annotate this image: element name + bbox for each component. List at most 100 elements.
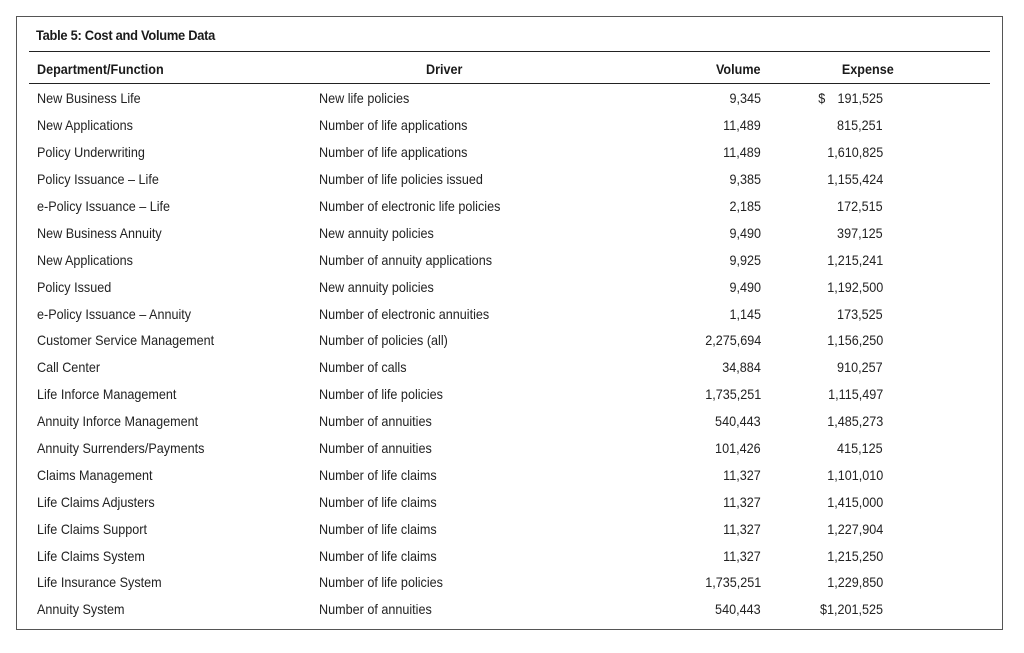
- cell-volume: 11,489: [723, 144, 761, 161]
- cell-driver: Number of annuity applications: [319, 251, 493, 268]
- cell-department: Claims Management: [37, 466, 153, 483]
- table-row: Life Insurance System Number of life poli…: [29, 569, 990, 596]
- cell-driver: New life policies: [319, 90, 410, 107]
- table-row: New Business Life New life policies 9,345 $…: [29, 83, 990, 112]
- cell-driver: Number of life applications: [319, 144, 468, 161]
- cell-volume: 9,385: [729, 171, 761, 188]
- column-header-volume: Volume: [716, 61, 761, 77]
- cell-expense: 415,125: [837, 440, 883, 457]
- cell-expense: 815,251: [837, 117, 883, 134]
- cell-expense: 1,229,850: [826, 574, 883, 591]
- cell-driver: Number of life claims: [319, 547, 437, 564]
- cell-department: Policy Issued: [37, 278, 112, 295]
- cell-expense: 910,257: [837, 359, 883, 376]
- column-header-driver: Driver: [425, 61, 463, 77]
- table-row: New Applications Number of life applicati…: [29, 112, 990, 139]
- table-row: Life Inforce Management Number of life po…: [29, 381, 990, 408]
- cell-volume: 1,735,251: [704, 574, 761, 591]
- cell-driver: Number of electronic life policies: [319, 198, 501, 214]
- table-row: Life Claims Adjusters Number of life clai…: [29, 488, 990, 515]
- cell-expense: 397,125: [837, 224, 883, 241]
- cell-expense: 1,215,250: [826, 547, 883, 564]
- table-row: Policy Issued New annuity policies 9,490 1,…: [29, 273, 990, 300]
- cell-expense: 1,415,000: [826, 493, 883, 510]
- cell-department: Call Center: [37, 359, 101, 376]
- cell-driver: Number of policies (all): [319, 332, 448, 349]
- cell-volume: 2,185: [729, 198, 761, 214]
- cell-volume: 1,735,251: [704, 386, 761, 403]
- cell-department: Customer Service Management: [37, 332, 215, 349]
- cell-driver: Number of annuities: [319, 440, 432, 457]
- table-row: Claims Management Number of life claims 11…: [29, 461, 990, 488]
- cell-department: Life Claims System: [37, 547, 145, 564]
- table-row: Annuity Inforce Management Number of annu…: [29, 408, 990, 435]
- cell-expense: 1,192,500: [826, 278, 883, 295]
- table-row: Call Center Number of calls 34,884 910,257: [29, 354, 990, 381]
- table-row: e-Policy Issuance – Annuity Number of ele…: [29, 300, 990, 327]
- cell-department: New Business Life: [37, 90, 141, 107]
- cost-volume-table: Department/Function Driver Volume Expens…: [29, 55, 990, 623]
- table-body: New Business Life New life policies 9,345 $…: [29, 83, 990, 623]
- cell-driver: Number of electronic annuities: [319, 305, 490, 322]
- cell-volume: 9,345: [729, 90, 761, 107]
- cell-driver: New annuity policies: [319, 278, 434, 295]
- cell-driver: Number of life policies issued: [319, 171, 483, 188]
- table-row: Annuity Surrenders/Payments Number of ann…: [29, 435, 990, 462]
- cell-volume: 2,275,694: [704, 332, 761, 349]
- cell-driver: Number of life claims: [319, 520, 437, 537]
- cell-volume: 11,327: [723, 547, 761, 564]
- cell-expense: 1,227,904: [826, 520, 883, 537]
- cell-expense: $191,525: [761, 83, 990, 112]
- expense-value: 191,525: [837, 90, 883, 107]
- cell-expense: $1,201,525: [819, 601, 883, 618]
- cell-department: Life Claims Support: [37, 520, 147, 537]
- cell-expense: 172,515: [837, 198, 883, 214]
- table-row: e-Policy Issuance – Life Number of electr…: [29, 193, 990, 220]
- cell-volume: 11,327: [723, 493, 761, 510]
- cell-expense: 1,215,241: [826, 251, 883, 268]
- cell-volume: 11,489: [723, 117, 761, 134]
- table-row: Life Claims Support Number of life claims…: [29, 515, 990, 542]
- table-frame: Table 5: Cost and Volume Data Department…: [16, 16, 1003, 630]
- cell-driver: Number of annuities: [319, 413, 432, 430]
- cell-volume: 540,443: [715, 601, 761, 618]
- title-divider: [29, 51, 990, 52]
- cell-department: Policy Underwriting: [37, 144, 145, 161]
- table-row: Annuity System Number of annuities 540,443…: [29, 596, 990, 623]
- column-header-department: Department/Function: [37, 61, 164, 77]
- cell-expense: 1,115,497: [827, 386, 883, 403]
- table-row: Policy Issuance – Life Number of life pol…: [29, 166, 990, 193]
- cell-department: Policy Issuance – Life: [37, 171, 159, 188]
- cell-volume: 9,490: [729, 278, 761, 295]
- cell-expense: 1,485,273: [826, 413, 883, 430]
- cell-volume: 11,327: [723, 466, 761, 483]
- cell-department: Life Insurance System: [37, 574, 162, 591]
- table-title: Table 5: Cost and Volume Data: [36, 27, 216, 43]
- cell-department: e-Policy Issuance – Annuity: [37, 305, 192, 322]
- cell-department: New Applications: [37, 117, 133, 134]
- cell-volume: 34,884: [722, 359, 761, 376]
- cell-expense: 1,101,010: [826, 466, 883, 483]
- cell-driver: Number of life claims: [319, 466, 437, 483]
- cell-expense: 173,525: [837, 305, 883, 322]
- cell-department: Annuity Inforce Management: [37, 413, 199, 430]
- currency-symbol: $: [818, 90, 826, 107]
- cell-volume: 1,145: [729, 305, 761, 322]
- cell-department: Life Inforce Management: [37, 386, 177, 403]
- cell-driver: Number of life applications: [319, 117, 468, 134]
- cell-department: New Applications: [37, 251, 133, 268]
- cell-driver: Number of life policies: [319, 386, 443, 403]
- cell-driver: Number of annuities: [319, 601, 432, 618]
- table-row: New Applications Number of annuity applic…: [29, 246, 990, 273]
- column-header-expense: Expense: [841, 61, 894, 77]
- table-row: Customer Service Management Number of pol…: [29, 327, 990, 354]
- cell-department: Life Claims Adjusters: [37, 493, 155, 510]
- cell-volume: 9,490: [729, 224, 761, 241]
- header-row: Department/Function Driver Volume Expens…: [29, 55, 990, 83]
- cell-expense: 1,610,825: [826, 144, 883, 161]
- table-row: New Business Annuity New annuity policies…: [29, 219, 990, 246]
- cell-department: Annuity Surrenders/Payments: [37, 440, 205, 457]
- cell-department: Annuity System: [37, 601, 125, 618]
- cell-department: e-Policy Issuance – Life: [37, 198, 171, 214]
- cell-driver: New annuity policies: [319, 224, 434, 241]
